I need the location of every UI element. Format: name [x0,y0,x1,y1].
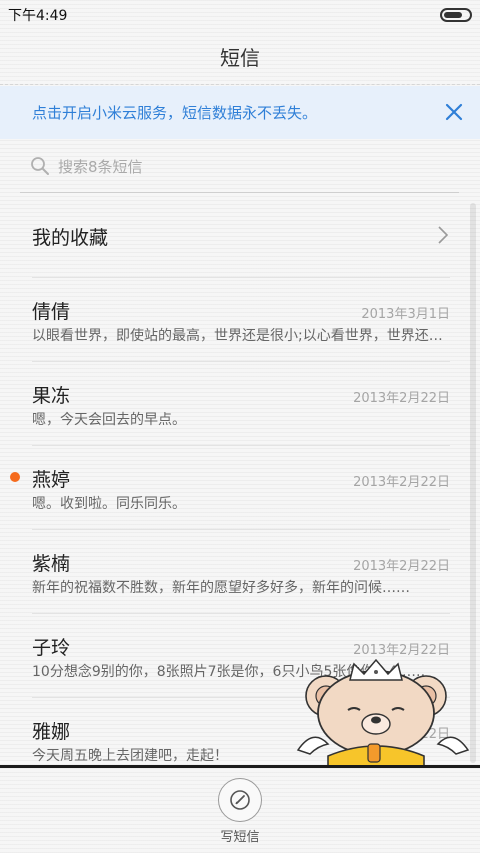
conversation-row[interactable]: 燕婷 2013年2月22日 嗯。收到啦。同乐同乐。 [10,445,450,530]
favorites-label: 我的收藏 [32,227,109,249]
message-date: 2013年2月22日 [353,643,450,658]
contact-name: 雅娜 [32,721,71,743]
message-date: 2013年2月22日 [353,391,450,406]
title-bar: 短信 [0,28,480,85]
page-title: 短信 [220,46,260,70]
battery-level [444,12,462,18]
conversation-row[interactable]: 倩倩 2013年3月1日 以眼看世界，即使站的最高，世界还是很小;以心看世界，世… [32,277,450,362]
favorites-item[interactable]: 我的收藏 [32,193,450,278]
conversation-row[interactable]: 紫楠 2013年2月22日 新年的祝福数不胜数，新年的愿望好多好多，新年的问候…… [32,529,450,614]
status-bar: 下午4:49 [0,0,480,28]
compose-label[interactable]: 写短信 [0,826,480,845]
message-preview: 嗯，今天会回去的早点。 [32,412,186,428]
conversation-row[interactable]: 果冻 2013年2月22日 嗯，今天会回去的早点。 [32,361,450,446]
contact-name: 倩倩 [32,301,71,323]
teddy-bear-sticker [296,658,470,768]
message-date: 2013年3月1日 [361,307,450,322]
contact-name: 果冻 [32,385,71,407]
message-preview: 以眼看世界，即使站的最高，世界还是很小;以心看世界，世界还是很大…… [32,328,450,344]
contact-name: 紫楠 [32,553,71,575]
cloud-service-banner[interactable]: 点击开启小米云服务，短信数据永不丢失。 [0,86,480,139]
status-time: 下午4:49 [8,8,68,24]
compose-icon [230,790,250,810]
unread-dot [10,472,20,482]
bottom-bar: 写短信 [0,768,480,853]
compose-button[interactable] [218,778,262,822]
message-preview: 嗯。收到啦。同乐同乐。 [32,496,186,512]
contact-name: 燕婷 [32,469,71,491]
close-icon[interactable] [442,100,466,124]
message-date: 2013年2月22日 [353,559,450,574]
message-date: 2013年2月22日 [353,475,450,490]
banner-text[interactable]: 点击开启小米云服务，短信数据永不丢失。 [32,102,317,123]
contact-name: 子玲 [32,637,71,659]
message-preview: 新年的祝福数不胜数，新年的愿望好多好多，新年的问候…… [32,580,410,596]
search-icon [31,157,49,175]
search-input[interactable]: 搜索8条短信 [20,144,459,193]
chevron-right-icon [438,226,449,244]
search-placeholder[interactable]: 搜索8条短信 [58,156,143,177]
battery-icon [440,8,472,22]
